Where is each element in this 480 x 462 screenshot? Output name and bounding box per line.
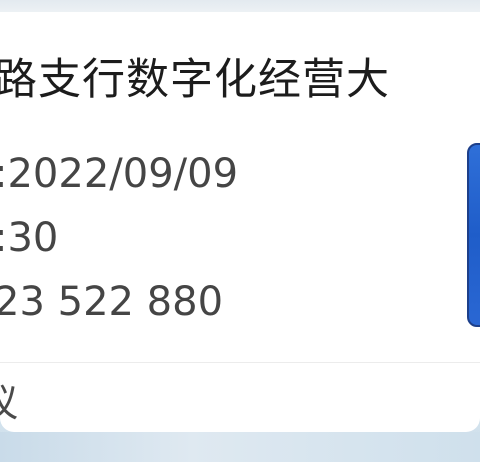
meeting-thumbnail[interactable] xyxy=(467,143,480,327)
card-divider xyxy=(0,362,480,363)
meeting-title: 路支行数字化经营大 xyxy=(0,55,390,105)
meeting-card[interactable]: 路支行数字化经营大 :2022/09/09 :30 23 522 880 议 xyxy=(0,12,480,432)
card-footer-label[interactable]: 议 xyxy=(0,380,18,426)
meeting-id: 23 522 880 xyxy=(0,279,224,325)
meeting-date: :2022/09/09 xyxy=(0,151,239,197)
meeting-time: :30 xyxy=(0,215,59,261)
screen: 路支行数字化经营大 :2022/09/09 :30 23 522 880 议 xyxy=(0,0,480,462)
background-strip xyxy=(0,432,480,462)
